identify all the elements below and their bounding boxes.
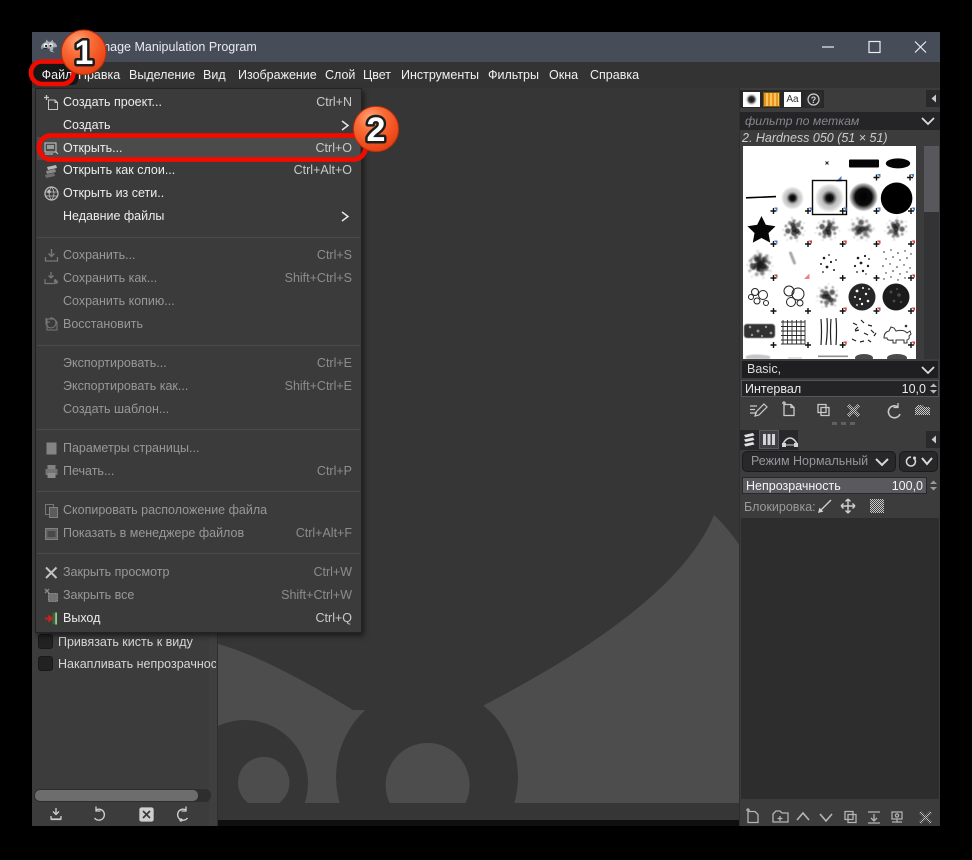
- svg-text:2: 2: [367, 111, 386, 149]
- svg-text:1: 1: [75, 34, 94, 72]
